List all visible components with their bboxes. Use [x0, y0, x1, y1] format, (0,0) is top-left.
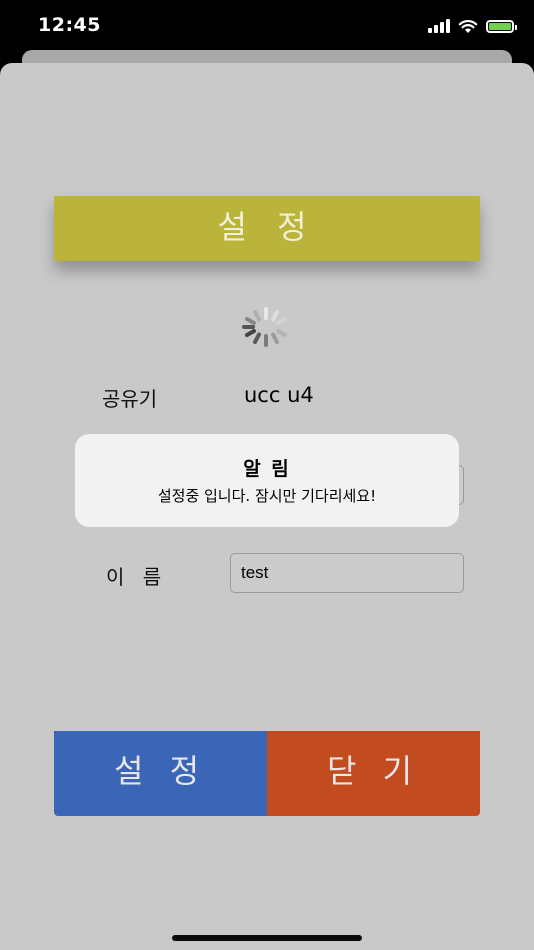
cellular-signal-icon — [428, 19, 450, 33]
alert-title: 알 림 — [243, 458, 291, 480]
status-bar: 12:45 — [0, 0, 534, 52]
alert-message: 설정중 입니다. 잠시만 기다리세요! — [157, 487, 377, 505]
alert-dialog: 알 림 설정중 입니다. 잠시만 기다리세요! — [75, 434, 459, 527]
battery-icon — [486, 19, 517, 33]
status-icons — [428, 15, 517, 37]
wifi-icon — [458, 19, 478, 33]
home-indicator[interactable] — [172, 935, 362, 941]
status-time: 12:45 — [38, 14, 101, 36]
